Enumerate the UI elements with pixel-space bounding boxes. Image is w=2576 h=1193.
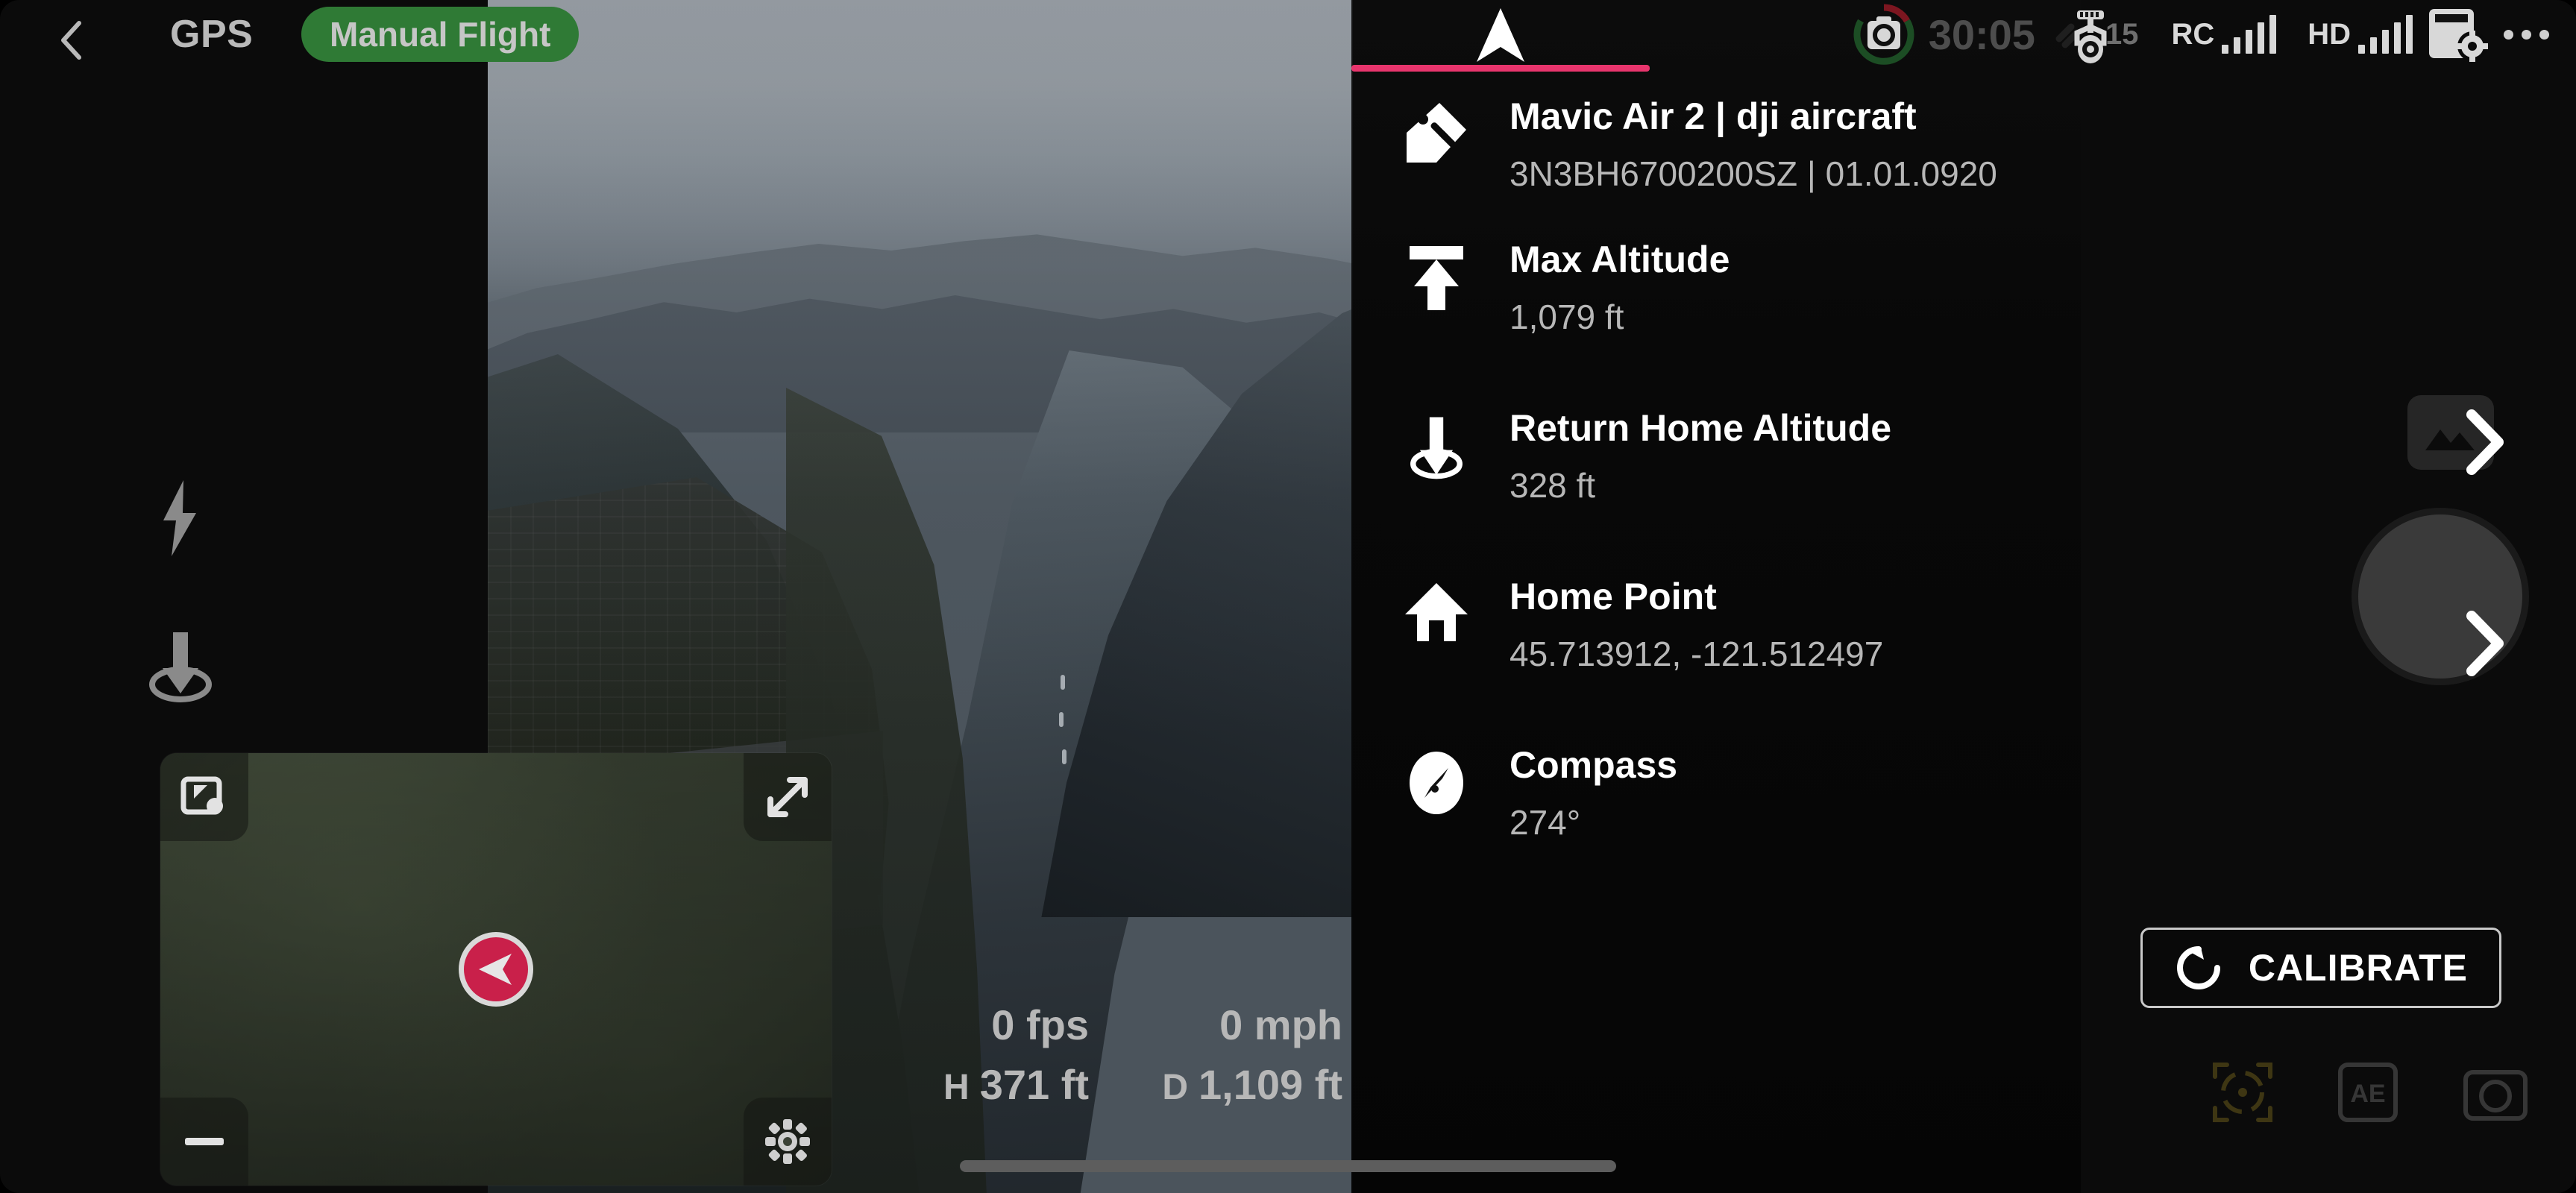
row-text-wrap: Compass 274° bbox=[1510, 744, 2036, 843]
row-icon-wrap bbox=[1402, 744, 1471, 817]
max-altitude-icon bbox=[1410, 246, 1463, 310]
feed-boat bbox=[1062, 749, 1066, 764]
battery-settings-button[interactable] bbox=[2420, 3, 2492, 66]
satellite-status-group[interactable]: 15 bbox=[2055, 0, 2139, 69]
flight-mode-pill[interactable]: Manual Flight bbox=[301, 7, 579, 62]
minimize-icon bbox=[185, 1138, 224, 1145]
more-dots-icon bbox=[2522, 29, 2531, 40]
camera-mode-icons: AE bbox=[2209, 1059, 2531, 1126]
distance-value: 1,109 ft bbox=[1199, 1061, 1342, 1108]
distance-key: D bbox=[1162, 1068, 1188, 1107]
distance-readout: D 1,109 ft bbox=[1111, 1059, 1365, 1111]
row-text-wrap: Home Point 45.713912, -121.512497 bbox=[1510, 576, 2036, 674]
panel-row-return-home-altitude[interactable]: Return Home Altitude 328 ft bbox=[1351, 382, 2081, 550]
expand-icon bbox=[767, 777, 808, 817]
vertical-speed-value: 0 fps bbox=[991, 1001, 1089, 1048]
return-to-home-icon bbox=[149, 632, 212, 702]
hd-label: HD bbox=[2308, 17, 2351, 51]
aircraft-model-label: Mavic Air 2 | dji aircraft bbox=[1510, 95, 1917, 137]
panel-row-compass[interactable]: Compass 274° bbox=[1351, 719, 2081, 887]
shutter-chevron-right-icon[interactable] bbox=[2458, 610, 2512, 677]
aircraft-marker[interactable] bbox=[459, 932, 533, 1007]
svg-text:AE: AE bbox=[2350, 1080, 2385, 1108]
auto-takeoff-icon bbox=[163, 480, 196, 556]
app-screen: GPS Manual Flight 30:05 15 RC HD 0 fps 0… bbox=[0, 0, 2576, 1193]
rc-signal-bars bbox=[2222, 15, 2277, 54]
panel-rows: Mavic Air 2 | dji aircraft 3N3BH6700200S… bbox=[1351, 72, 2081, 887]
gallery-chevron-right-icon[interactable] bbox=[2458, 409, 2512, 476]
minimap-swap-button[interactable] bbox=[160, 753, 248, 841]
aircraft-serial-value: 3N3BH6700200SZ | 01.01.0920 bbox=[1510, 154, 1997, 193]
return-home-altitude-value: 328 ft bbox=[1510, 466, 1596, 505]
row-text-wrap: Max Altitude 1,079 ft bbox=[1510, 239, 2036, 337]
rc-label: RC bbox=[2171, 17, 2215, 51]
left-flight-controls bbox=[142, 477, 219, 704]
home-icon bbox=[1405, 583, 1468, 641]
home-point-label: Home Point bbox=[1510, 576, 1717, 617]
minimap-widget[interactable] bbox=[160, 753, 832, 1186]
return-home-altitude-label: Return Home Altitude bbox=[1510, 407, 1892, 449]
more-dots-icon bbox=[2539, 29, 2549, 40]
minimap-settings-button[interactable] bbox=[744, 1098, 832, 1186]
row-text-wrap: Return Home Altitude 328 ft bbox=[1510, 407, 2036, 506]
camera-icon[interactable] bbox=[2460, 1059, 2531, 1126]
battery-settings-icon bbox=[2429, 9, 2488, 62]
hd-signal-bars bbox=[2358, 15, 2413, 54]
minimap-expand-button[interactable] bbox=[744, 753, 832, 841]
row-icon-wrap bbox=[1402, 407, 1471, 483]
back-button[interactable] bbox=[57, 19, 87, 60]
hd-signal-group[interactable]: HD bbox=[2308, 15, 2413, 54]
return-home-altitude-icon bbox=[1410, 417, 1463, 479]
refresh-icon bbox=[2176, 946, 2220, 989]
rc-signal-group[interactable]: RC bbox=[2171, 15, 2277, 54]
row-text-wrap: Mavic Air 2 | dji aircraft 3N3BH6700200S… bbox=[1510, 95, 2036, 194]
feed-boat bbox=[1059, 712, 1064, 727]
compass-icon bbox=[1410, 752, 1463, 814]
auto-takeoff-button[interactable] bbox=[153, 477, 208, 559]
gear-icon bbox=[765, 1119, 810, 1164]
max-altitude-label: Max Altitude bbox=[1510, 239, 1730, 280]
telemetry-readout: 0 fps 0 mph H 371 ft D 1,109 ft bbox=[858, 999, 1365, 1111]
compass-label: Compass bbox=[1510, 744, 1678, 786]
height-key: H bbox=[943, 1068, 970, 1107]
row-icon-wrap bbox=[1402, 239, 1471, 312]
row-icon-wrap bbox=[1402, 95, 1471, 166]
max-altitude-value: 1,079 ft bbox=[1510, 298, 1624, 336]
camera-icon bbox=[1853, 4, 1914, 65]
height-value: 371 ft bbox=[979, 1061, 1089, 1108]
tab-aircraft-status[interactable] bbox=[1351, 0, 1650, 72]
more-options-button[interactable] bbox=[2504, 29, 2549, 40]
home-point-value: 45.713912, -121.512497 bbox=[1510, 635, 1884, 673]
system-home-indicator[interactable] bbox=[960, 1160, 1616, 1172]
minimap-minimize-button[interactable] bbox=[160, 1098, 248, 1186]
satellite-count: 15 bbox=[2105, 17, 2139, 51]
tag-icon bbox=[1407, 103, 1466, 163]
aircraft-heading-icon bbox=[479, 954, 512, 985]
map-camera-swap-icon bbox=[180, 776, 223, 815]
compass-value: 274° bbox=[1510, 803, 1581, 842]
af-focus-icon[interactable] bbox=[2209, 1059, 2276, 1126]
more-dots-icon bbox=[2504, 29, 2513, 40]
calibrate-button[interactable]: CALIBRATE bbox=[2140, 928, 2501, 1008]
horizontal-speed-value: 0 mph bbox=[1219, 1001, 1342, 1048]
ae-lock-icon[interactable]: AE bbox=[2336, 1059, 2400, 1126]
aircraft-status-panel: Mavic Air 2 | dji aircraft 3N3BH6700200S… bbox=[1351, 0, 2081, 1193]
chevron-left-icon bbox=[61, 21, 81, 60]
active-tab-indicator bbox=[1351, 65, 1650, 72]
panel-row-aircraft[interactable]: Mavic Air 2 | dji aircraft 3N3BH6700200S… bbox=[1351, 76, 2081, 213]
row-icon-wrap bbox=[1402, 576, 1471, 644]
panel-row-home-point[interactable]: Home Point 45.713912, -121.512497 bbox=[1351, 550, 2081, 719]
status-icons-group: 30:05 15 RC HD bbox=[1850, 0, 2549, 69]
navigation-arrow-icon bbox=[1477, 8, 1524, 62]
feed-boat bbox=[1061, 675, 1065, 690]
panel-row-max-altitude[interactable]: Max Altitude 1,079 ft bbox=[1351, 213, 2081, 382]
record-status-group[interactable]: 30:05 bbox=[1850, 0, 2035, 69]
record-timer: 30:05 bbox=[1928, 10, 2035, 58]
calibrate-label: CALIBRATE bbox=[2248, 947, 2468, 989]
return-to-home-button[interactable] bbox=[142, 625, 219, 704]
height-readout: H 371 ft bbox=[858, 1059, 1111, 1111]
